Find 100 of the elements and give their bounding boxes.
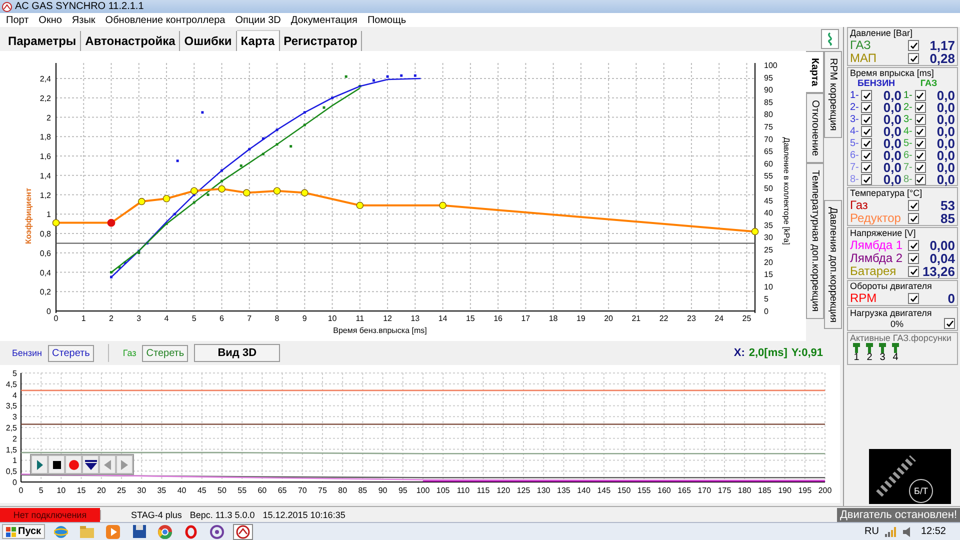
tick-label: 0,5 <box>6 467 17 476</box>
tick-label: 25 <box>117 486 126 495</box>
injection-value: 0,0 <box>882 148 902 163</box>
tick-label: 145 <box>597 486 611 495</box>
tick-label: 50 <box>764 184 773 193</box>
injector-number: 3 <box>880 353 886 363</box>
tick-label: 0 <box>18 486 24 495</box>
connection-status: Нет подключения <box>0 508 100 522</box>
cursor-value: Y:0,91 <box>791 347 823 359</box>
tick-label: 3 <box>12 412 17 422</box>
reading-label: ГАЗ <box>850 39 872 52</box>
tick-label: 130 <box>536 486 550 495</box>
tick-label: 2,2 <box>40 94 51 103</box>
tick-label: 55 <box>764 172 773 181</box>
tick-label: 0 <box>46 307 51 316</box>
tick-label: 12 <box>383 314 392 323</box>
axis-title: Время бенз.впрыска [ms] <box>333 326 427 335</box>
injection-value: 0,0 <box>936 172 955 187</box>
injector-label: 3- <box>850 114 860 125</box>
column-header: БЕНЗИН <box>856 78 896 88</box>
tick-label: 135 <box>557 486 570 495</box>
injection-value: 0,0 <box>882 172 902 187</box>
tick-label: 1,4 <box>40 171 51 180</box>
tick-label: 100 <box>416 486 430 495</box>
tick-label: 7 <box>247 314 252 323</box>
injector-label: 6- <box>850 150 860 161</box>
injection-value: 0,0 <box>882 112 902 127</box>
tick-label: 15 <box>764 270 773 280</box>
tick-label: 6 <box>220 314 224 323</box>
injection-value: 0,0 <box>882 88 902 103</box>
tick-label: 2 <box>12 434 17 444</box>
column-header: ГАЗ <box>919 78 938 88</box>
tick-label: 0 <box>12 478 17 487</box>
injector-label: 2- <box>850 102 860 113</box>
tick-label: 3,5 <box>6 402 17 411</box>
tick-label: 1 <box>81 314 86 323</box>
tick-label: 5 <box>192 314 196 323</box>
tick-label: 24 <box>714 314 724 323</box>
tick-label: 8 <box>274 314 280 323</box>
tick-label: 5 <box>764 294 768 304</box>
tick-label: 5 <box>38 486 44 495</box>
tick-label: 21 <box>632 314 641 323</box>
tick-label: 15 <box>76 486 86 495</box>
tick-label: 80 <box>764 110 773 120</box>
tick-label: 5 <box>12 369 17 378</box>
tick-label: 90 <box>378 486 388 495</box>
tick-label: 140 <box>577 486 590 495</box>
tick-label: 1,8 <box>40 132 51 142</box>
tick-label: 0 <box>764 307 768 316</box>
tick-label: 1,2 <box>40 190 51 200</box>
injector-label: 6- <box>904 150 914 161</box>
reading-label: RPM <box>850 292 878 305</box>
tick-label: 20 <box>96 486 106 495</box>
tick-label: 60 <box>764 159 773 168</box>
tick-label: 2,4 <box>40 74 51 84</box>
date-text: 15.12.2015 10:16:35 <box>262 510 346 520</box>
tick-label: 100 <box>764 61 778 70</box>
tick-label: 115 <box>476 486 490 495</box>
group-title: Температура [°C] <box>850 188 924 198</box>
reading-label: Лямбда 2 <box>850 252 904 265</box>
injector-label: 7- <box>904 162 914 173</box>
injector-label: 7- <box>850 162 860 173</box>
injector-label: 4- <box>850 126 860 137</box>
injector-label: 3- <box>904 114 914 125</box>
tick-label: 17 <box>521 314 530 323</box>
legend-label: Бензин <box>12 348 42 358</box>
reading-value: 0,00 <box>928 238 955 253</box>
cursor-label: X: <box>734 347 745 359</box>
injector-label: 5- <box>850 138 860 149</box>
tick-label: 18 <box>548 314 558 323</box>
injector-label: 2- <box>904 102 914 113</box>
tick-label: 150 <box>617 486 631 495</box>
tick-label: 0 <box>54 314 58 323</box>
group-title: Обороты двигателя <box>850 281 933 291</box>
tick-label: 0,2 <box>40 288 51 297</box>
device-name: STAG-4 plus <box>131 510 182 520</box>
group-title: Нагрузка двигателя <box>850 308 933 318</box>
tick-label: 30 <box>764 233 773 242</box>
load-value: 0% <box>889 318 904 328</box>
engine-status: Двигатель остановлен! <box>836 508 960 522</box>
tick-label: 15 <box>466 314 475 323</box>
tick-label: 20 <box>604 314 614 323</box>
injection-value: 0,0 <box>882 136 902 151</box>
tick-label: 45 <box>764 196 773 206</box>
reading-value: 85 <box>940 211 955 226</box>
reading-label: Лямбда 1 <box>850 239 904 252</box>
tick-label: 40 <box>764 208 773 218</box>
tick-label: 0,4 <box>40 268 51 278</box>
tick-label: 10 <box>328 314 337 323</box>
reading-value: 1,17 <box>928 38 955 53</box>
tick-label: 30 <box>137 486 146 495</box>
tick-label: 22 <box>659 314 668 323</box>
reading-value: 13,26 <box>921 264 955 279</box>
injection-value: 0,0 <box>882 100 902 115</box>
group-title: Время впрыска [ms] <box>850 68 935 78</box>
tick-label: 10 <box>764 282 773 292</box>
reading-label: Газ <box>850 199 869 212</box>
group-title: Активные ГАЗ.форсунки <box>850 333 952 343</box>
tick-label: 60 <box>258 486 267 495</box>
tick-label: 4,5 <box>6 380 17 389</box>
